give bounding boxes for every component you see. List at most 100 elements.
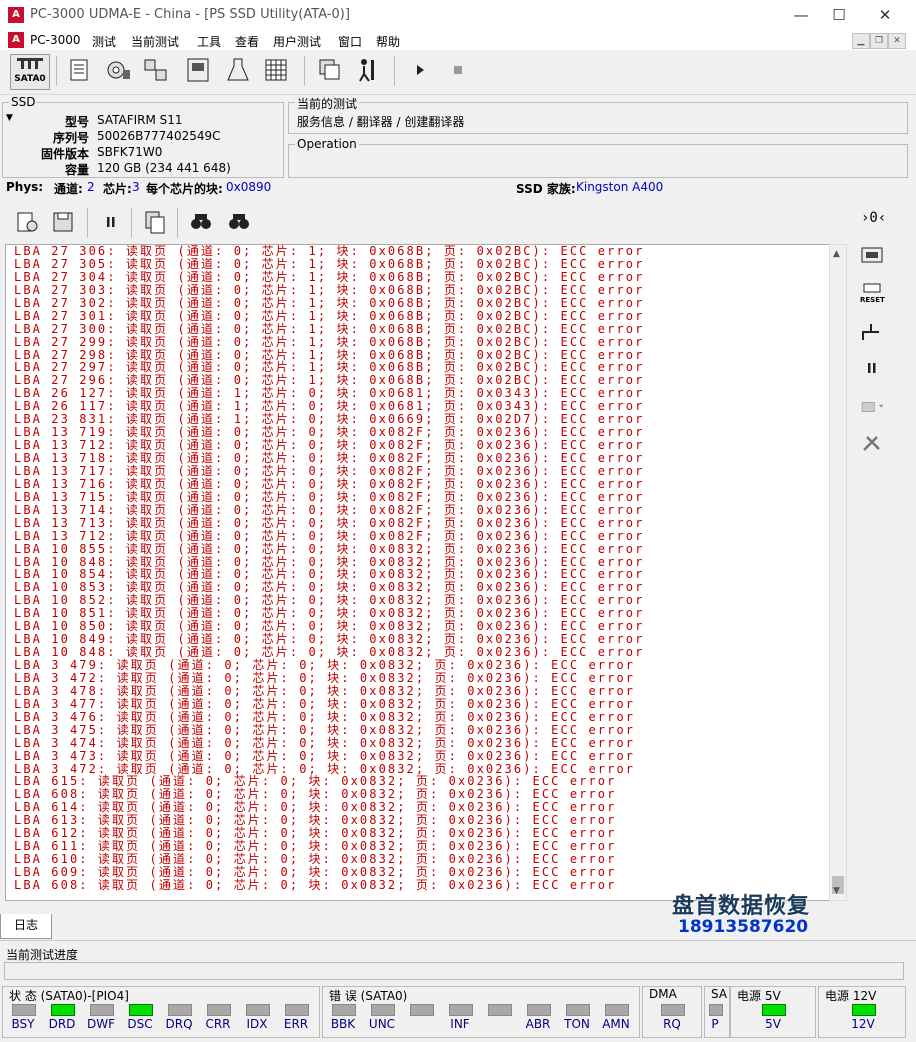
status-led-blank-4: [488, 1004, 512, 1016]
sa-group-title: SA: [711, 987, 728, 1001]
menu-help[interactable]: 帮助: [376, 33, 400, 50]
log-line: LBA 10 855: 读取页 (通道: 0; 芯片: 0; 块: 0x0832…: [14, 541, 645, 556]
capacity-label: 容量: [64, 163, 89, 177]
play-icon[interactable]: [406, 56, 434, 84]
sa-led: [709, 1004, 723, 1016]
binoculars-icon[interactable]: [187, 208, 215, 236]
scroll-up-icon[interactable]: ▲: [833, 249, 840, 259]
ssd-panel-legend: SSD: [9, 95, 38, 109]
menu-user-test[interactable]: 用户测试: [273, 33, 321, 50]
status-led-inf: [449, 1004, 473, 1016]
sata0-port-button[interactable]: SATA0: [10, 54, 50, 90]
power5-group-title: 电源 5V: [737, 987, 781, 1004]
settings-doc-icon[interactable]: [13, 208, 41, 236]
reset-icon[interactable]: RESET: [859, 282, 885, 304]
tab-log[interactable]: 日志: [0, 914, 52, 939]
power12-led: [852, 1004, 876, 1016]
window-title: PC-3000 UDMA-E - China - [PS SSD Utility…: [30, 7, 350, 22]
menu-bar: A PC-3000 测试 当前测试 工具 查看 用户测试 窗口 帮助 ▁ ❐ ✕: [0, 30, 916, 50]
main-toolbar: SATA0: [0, 50, 916, 95]
menu-current-test[interactable]: 当前测试: [131, 33, 179, 50]
dma-status-group: DMA RQ: [642, 986, 702, 1038]
gear-chip-icon[interactable]: [104, 56, 132, 84]
firmware-label: 固件版本: [40, 147, 89, 161]
scroll-icon[interactable]: [66, 56, 94, 84]
log-line: LBA 27 301: 读取页 (通道: 0; 芯片: 1; 块: 0x068B…: [14, 308, 645, 323]
run-icon[interactable]: [354, 56, 382, 84]
mdi-restore-button[interactable]: ❐: [870, 33, 888, 49]
firmware-value: SBFK71W0: [97, 145, 163, 159]
serial-label: 序列号: [52, 131, 89, 145]
error-status-group: 错 误 (SATA0) BBK UNC INF ABR TON AMN: [322, 986, 640, 1038]
title-bar: A PC-3000 UDMA-E - China - [PS SSD Utili…: [0, 0, 916, 30]
save-icon[interactable]: [49, 208, 77, 236]
power12-led-label: 12V: [851, 1017, 875, 1031]
log-line: LBA 3 477: 读取页 (通道: 0; 芯片: 0; 块: 0x0832;…: [14, 696, 636, 711]
sa-led-label: P: [711, 1017, 719, 1031]
menu-tools[interactable]: 工具: [197, 33, 221, 50]
phys-label: Phys:: [6, 180, 44, 194]
find-next-icon[interactable]: [225, 208, 253, 236]
pause-icon[interactable]: [97, 208, 125, 236]
chips-icon[interactable]: [142, 56, 170, 84]
tools-icon[interactable]: [859, 432, 885, 454]
status-led-bbk: [332, 1004, 356, 1016]
memory-chip-icon[interactable]: [859, 244, 885, 266]
log-line: LBA 13 714: 读取页 (通道: 0; 芯片: 0; 块: 0x082F…: [14, 502, 645, 517]
port-icon: [17, 58, 43, 69]
bottom-tabs: 日志: [0, 914, 60, 940]
close-button[interactable]: ✕: [862, 0, 908, 30]
power5-led-label: 5V: [765, 1017, 781, 1031]
windows-icon[interactable]: [316, 56, 344, 84]
maximize-button[interactable]: ☐: [816, 0, 862, 30]
status-led-label: DWF: [86, 1017, 115, 1031]
blocks-label: 每个芯片的块:: [146, 182, 223, 196]
ssd-board-icon[interactable]: [184, 56, 212, 84]
menu-pc3000[interactable]: PC-3000: [30, 33, 80, 47]
power-plug-icon[interactable]: [859, 320, 885, 342]
model-label: 型号: [64, 115, 89, 129]
flask-icon[interactable]: [224, 56, 252, 84]
status-led-dwf: [90, 1004, 114, 1016]
status-led-blank-2: [410, 1004, 434, 1016]
ssd-panel: SSD ▼ 型号 SATAFIRM S11 序列号 50026B77740254…: [2, 95, 284, 178]
copy-icon[interactable]: [141, 208, 169, 236]
hex-toggle-icon[interactable]: ›0‹: [859, 206, 885, 228]
power5-status-group: 电源 5V 5V: [730, 986, 816, 1038]
mdi-close-button[interactable]: ✕: [888, 33, 906, 49]
power12-group-title: 电源 12V: [825, 987, 877, 1004]
log-line: LBA 13 715: 读取页 (通道: 0; 芯片: 0; 块: 0x082F…: [14, 489, 645, 504]
current-test-legend: 当前的测试: [295, 95, 360, 112]
grid-icon[interactable]: [262, 56, 290, 84]
dma-group-title: DMA: [649, 987, 677, 1001]
pause-side-icon[interactable]: [859, 358, 885, 380]
log-line: LBA 27 304: 读取页 (通道: 0; 芯片: 1; 块: 0x068B…: [14, 269, 645, 284]
log-line: LBA 27 302: 读取页 (通道: 0; 芯片: 1; 块: 0x068B…: [14, 295, 645, 310]
menu-view[interactable]: 查看: [235, 33, 259, 50]
log-scrollbar[interactable]: ▲ ▼: [829, 244, 847, 901]
status-led-label: TON: [564, 1017, 590, 1031]
chip-dropdown-icon[interactable]: [859, 396, 885, 418]
stop-icon[interactable]: [444, 56, 472, 84]
current-test-path: 服务信息 / 翻译器 / 创建翻译器: [297, 115, 465, 129]
state-group-title: 状 态 (SATA0)-[PIO4]: [9, 987, 129, 1004]
log-output[interactable]: LBA 27 306: 读取页 (通道: 0; 芯片: 1; 块: 0x068B…: [5, 244, 831, 901]
serial-value: 50026B777402549C: [97, 129, 221, 143]
log-line: LBA 27 303: 读取页 (通道: 0; 芯片: 1; 块: 0x068B…: [14, 282, 645, 297]
menu-test[interactable]: 测试: [92, 33, 116, 50]
operation-panel: Operation: [288, 137, 908, 178]
collapse-arrow-icon[interactable]: ▼: [6, 113, 13, 123]
mdi-minimize-button[interactable]: ▁: [852, 33, 870, 49]
status-led-unc: [371, 1004, 395, 1016]
status-led-idx: [246, 1004, 270, 1016]
blocks-value: 0x0890: [226, 180, 272, 194]
app-logo-icon: A: [8, 7, 24, 23]
menu-window[interactable]: 窗口: [338, 33, 362, 50]
log-line: LBA 3 475: 读取页 (通道: 0; 芯片: 0; 块: 0x0832;…: [14, 722, 636, 737]
status-led-label: UNC: [368, 1017, 396, 1031]
log-line: LBA 13 712: 读取页 (通道: 0; 芯片: 0; 块: 0x082F…: [14, 528, 645, 543]
sa-status-group: SA P: [704, 986, 730, 1038]
scroll-down-icon[interactable]: ▼: [833, 886, 840, 896]
log-line: LBA 3 473: 读取页 (通道: 0; 芯片: 0; 块: 0x0832;…: [14, 748, 636, 763]
log-line: LBA 13 713: 读取页 (通道: 0; 芯片: 0; 块: 0x082F…: [14, 515, 645, 530]
